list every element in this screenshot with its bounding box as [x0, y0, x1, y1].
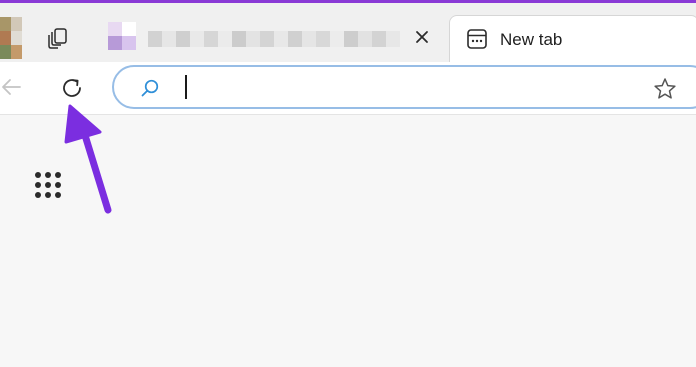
obscured-title-block [190, 31, 204, 47]
star-icon[interactable] [652, 76, 678, 102]
tab-close-button[interactable] [412, 27, 432, 47]
dot [55, 172, 61, 178]
address-bar[interactable] [112, 65, 696, 109]
app-launcher-button[interactable] [34, 171, 66, 203]
favicon-pixel [122, 36, 136, 50]
dot [45, 172, 51, 178]
obscured-title-block [148, 31, 162, 47]
avatar-pixel [11, 45, 22, 59]
obscured-title-block [344, 31, 358, 47]
workspaces-icon [48, 28, 67, 49]
obscured-title-block [372, 31, 386, 47]
profile-avatar[interactable] [0, 17, 22, 59]
obscured-title-block [358, 31, 372, 47]
tab-active-new-tab[interactable]: New tab [449, 15, 696, 63]
workspaces-button[interactable] [44, 23, 72, 51]
obscured-title-block [316, 31, 330, 47]
avatar-pixel [0, 17, 11, 31]
text-cursor [185, 75, 187, 99]
dot [55, 192, 61, 198]
tab-favicon [108, 22, 136, 50]
new-tab-page-content [0, 115, 696, 367]
avatar-pixel [0, 45, 11, 59]
dot [45, 182, 51, 188]
dot [35, 182, 41, 188]
obscured-title-block [274, 31, 288, 47]
favicon-pixel [122, 22, 136, 36]
favicon-pixel [108, 36, 122, 50]
obscured-title-block [246, 31, 260, 47]
new-tab-page-icon [467, 29, 487, 49]
back-arrow-icon [2, 79, 21, 95]
navigation-toolbar [0, 62, 696, 115]
obscured-title-block [176, 31, 190, 47]
avatar-pixel [11, 17, 22, 31]
obscured-title-block [218, 31, 232, 47]
avatar-pixel [0, 31, 11, 45]
obscured-title-block [386, 31, 400, 47]
refresh-icon [63, 79, 81, 97]
refresh-button[interactable] [58, 74, 86, 102]
obscured-title-block [260, 31, 274, 47]
address-input[interactable] [182, 73, 632, 101]
dot [35, 192, 41, 198]
search-icon [141, 79, 159, 97]
obscured-title-block [162, 31, 176, 47]
tab-inactive[interactable] [100, 15, 442, 61]
dot [55, 182, 61, 188]
back-button[interactable] [0, 74, 24, 100]
dot [35, 172, 41, 178]
favicon-pixel [108, 22, 122, 36]
obscured-title-block [232, 31, 246, 47]
obscured-title-block [330, 31, 344, 47]
close-icon [416, 31, 428, 43]
tab-title: New tab [500, 30, 563, 49]
tab-title-obscured [148, 31, 400, 47]
obscured-title-block [204, 31, 218, 47]
obscured-title-block [288, 31, 302, 47]
avatar-pixel [11, 31, 22, 45]
dot [45, 192, 51, 198]
browser-window: New tab [0, 0, 696, 367]
obscured-title-block [302, 31, 316, 47]
tab-strip: New tab [0, 3, 696, 65]
